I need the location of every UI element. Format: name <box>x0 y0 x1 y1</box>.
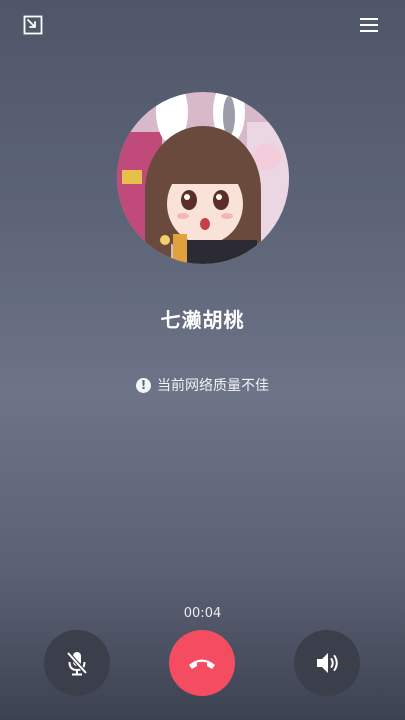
caller-name: 七濑胡桃 <box>160 308 245 332</box>
caller-avatar <box>117 92 289 264</box>
network-quality-warning: ! 当前网络质量不佳 <box>0 375 405 395</box>
menu-icon[interactable] <box>358 14 380 36</box>
speaker-icon <box>317 653 338 673</box>
mute-button[interactable] <box>44 630 110 696</box>
call-duration: 00:04 <box>183 606 222 621</box>
network-warning-text: 当前网络质量不佳 <box>157 378 269 394</box>
hang-up-button[interactable] <box>169 630 235 696</box>
exclamation-icon: ! <box>136 377 151 393</box>
microphone-muted-icon <box>66 651 88 676</box>
speaker-button[interactable] <box>294 630 360 696</box>
minimize-window-icon[interactable] <box>22 14 44 36</box>
phone-hangup-icon <box>189 659 215 669</box>
